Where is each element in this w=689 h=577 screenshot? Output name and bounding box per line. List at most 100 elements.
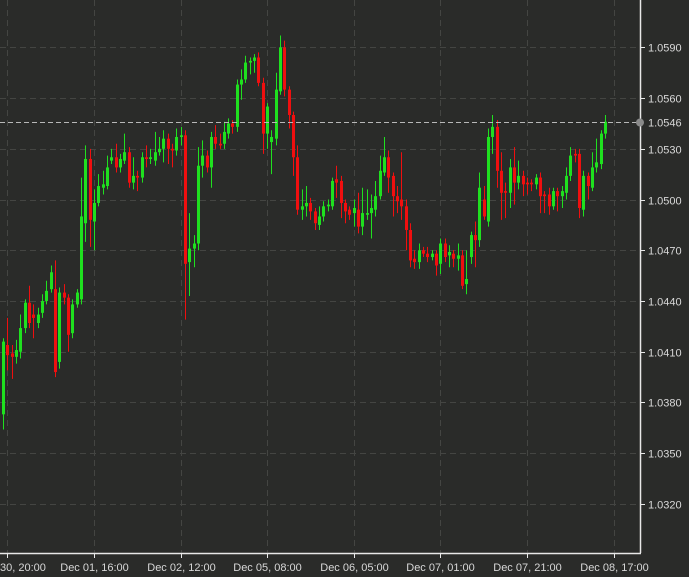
candle-down	[54, 260, 57, 378]
candle-body	[357, 209, 360, 227]
candle-body	[513, 167, 516, 183]
candle-down	[500, 152, 503, 220]
candle-body	[396, 196, 399, 202]
candle-down	[283, 40, 286, 97]
candle-up	[154, 131, 157, 166]
chart-canvas[interactable]: 1.0590 1.0560 1.0530 1.0500 1.0470 1.0440 1.04…	[0, 0, 689, 577]
candle-body	[309, 202, 312, 212]
candle-up	[141, 152, 144, 183]
candle-up	[270, 130, 273, 175]
candle-body	[89, 158, 92, 220]
candle-body	[184, 135, 187, 264]
x-tick-label: Dec 07, 21:00	[493, 562, 562, 574]
candle-up	[305, 186, 308, 217]
candle-up	[552, 187, 555, 210]
candle-body	[223, 131, 226, 144]
candle-down	[578, 148, 581, 219]
candle-body	[535, 177, 538, 185]
candle-body	[63, 292, 66, 298]
candle-body	[50, 272, 53, 290]
y-tick-label: 1.0410	[648, 348, 682, 360]
candle-up	[370, 194, 373, 239]
candle-body	[288, 89, 291, 115]
candle-body	[461, 255, 464, 286]
candle-body	[457, 255, 460, 259]
candle-body	[206, 155, 209, 168]
candle-up	[45, 280, 48, 305]
candle-up	[591, 152, 594, 192]
candle-body	[197, 165, 200, 244]
candle-down	[426, 246, 429, 263]
candle-up	[223, 121, 226, 149]
candle-body	[322, 206, 325, 217]
candlestick-chart: 1.0590 1.0560 1.0530 1.0500 1.0470 1.0440 1.04…	[0, 0, 689, 577]
candle-body	[11, 353, 14, 357]
candle-up	[180, 126, 183, 146]
candle-up	[236, 79, 239, 132]
candle-body	[483, 199, 486, 217]
candle-down	[574, 148, 577, 163]
candle-up	[353, 199, 356, 227]
candle-body	[80, 216, 83, 300]
candle-body	[37, 314, 40, 324]
candle-up	[457, 243, 460, 271]
y-tick-label: 1.0500	[648, 196, 682, 208]
candle-body	[54, 289, 57, 373]
candle-body	[301, 206, 304, 210]
candle-body	[561, 191, 564, 197]
candle-up	[76, 289, 79, 308]
candle-body	[431, 253, 434, 258]
candle-down	[357, 192, 360, 234]
candle-body	[331, 180, 334, 207]
candle-up	[58, 287, 61, 369]
candle-down	[340, 175, 343, 219]
y-tick-label: 1.0470	[648, 246, 682, 258]
candle-body	[97, 186, 100, 203]
candle-body	[249, 60, 252, 63]
candle-down	[32, 304, 35, 339]
current-price-label: 1.0546	[648, 118, 682, 130]
candle-body	[84, 158, 87, 224]
candle-body	[257, 57, 260, 83]
candle-body	[296, 157, 299, 210]
candle-body	[210, 136, 213, 168]
x-tick-label: Dec 05, 08:00	[233, 562, 302, 574]
candle-body	[58, 292, 61, 362]
candle-down	[539, 172, 542, 214]
candle-body	[318, 216, 321, 225]
candle-body	[565, 175, 568, 193]
candle-body	[340, 180, 343, 203]
candle-body	[504, 191, 507, 193]
candle-up	[24, 299, 27, 334]
x-tick-label: Dec 06, 05:00	[320, 562, 389, 574]
candle-up	[93, 189, 96, 251]
candle-body	[171, 148, 174, 151]
candle-body	[348, 209, 351, 215]
candle-body	[123, 152, 126, 161]
candle-body	[19, 328, 22, 352]
candle-down	[409, 223, 412, 268]
current-price-marker	[636, 118, 644, 127]
candle-body	[361, 213, 364, 227]
candle-up	[119, 153, 122, 173]
candle-down	[392, 172, 395, 217]
candle-up	[279, 35, 282, 95]
candle-body	[595, 162, 598, 168]
candle-up	[487, 128, 490, 227]
candle-body	[517, 175, 520, 183]
candle-down	[128, 147, 131, 188]
candle-up	[149, 148, 152, 165]
candle-up	[158, 136, 161, 156]
candle-body	[405, 206, 408, 230]
candle-body	[67, 297, 70, 335]
candle-down	[444, 238, 447, 263]
candle-body	[578, 153, 581, 209]
candle-down	[184, 130, 187, 320]
candle-body	[500, 170, 503, 193]
candle-up	[102, 170, 105, 195]
candle-up	[275, 72, 278, 146]
candle-up	[162, 130, 165, 163]
candle-body	[141, 157, 144, 178]
candle-body	[227, 123, 230, 134]
candle-up	[71, 299, 74, 339]
